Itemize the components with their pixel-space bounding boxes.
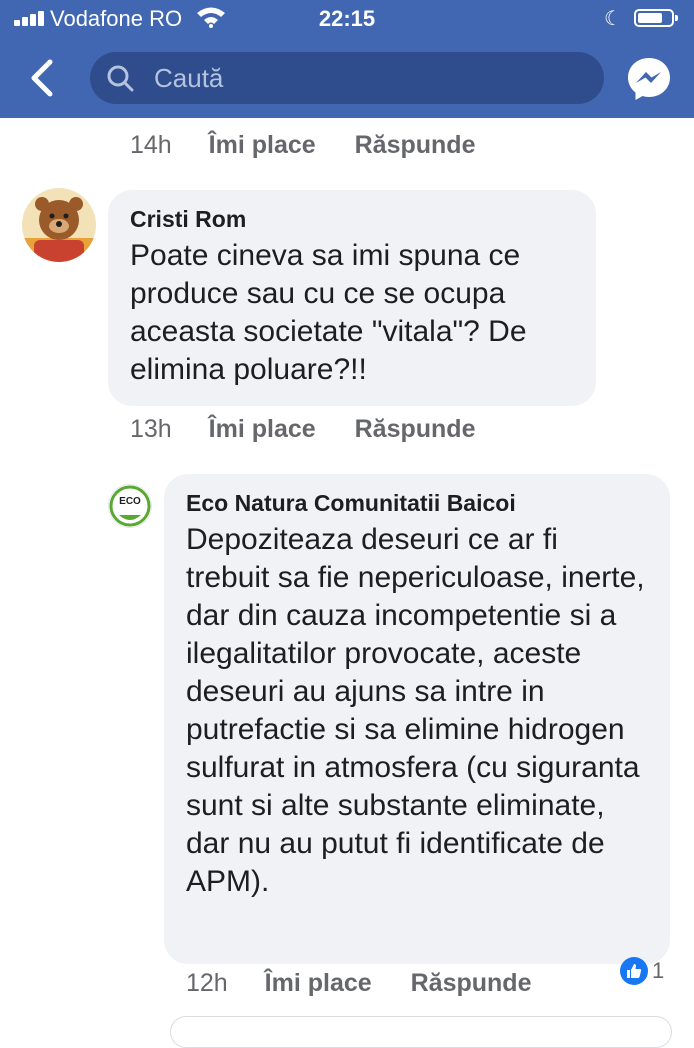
do-not-disturb-moon-icon: ☾	[604, 8, 622, 30]
comment-bubble[interactable]: Cristi Rom Poate cineva sa imi spuna ce …	[108, 190, 596, 406]
status-bar: Vodafone RO 22:15 ☾	[0, 0, 694, 40]
bear-avatar-image	[22, 188, 96, 262]
comment-author[interactable]: Eco Natura Comunitatii Baicoi	[186, 490, 648, 517]
messenger-icon[interactable]	[626, 56, 672, 102]
comment-time: 14h	[130, 131, 172, 159]
svg-text:ECO: ECO	[119, 496, 141, 507]
comment-bubble[interactable]: Eco Natura Comunitatii Baicoi Depoziteaz…	[164, 474, 670, 964]
search-bar[interactable]	[90, 52, 604, 104]
battery-icon	[634, 9, 678, 27]
comment-text: Poate cineva sa imi spuna ce produce sau…	[130, 239, 527, 386]
reaction-badge[interactable]: 1	[620, 956, 664, 986]
reply-link[interactable]: Răspunde	[355, 415, 476, 443]
thumbs-up-icon	[620, 957, 648, 985]
reply-link[interactable]: Răspunde	[411, 969, 532, 997]
like-link[interactable]: Îmi place	[265, 969, 372, 997]
comment-meta-row: 13h Îmi place Răspunde	[130, 412, 507, 446]
clock: 22:15	[318, 6, 376, 31]
reply-link[interactable]: Răspunde	[355, 131, 476, 159]
search-input[interactable]	[154, 58, 584, 98]
like-link[interactable]: Îmi place	[209, 415, 316, 443]
reaction-count: 1	[652, 958, 665, 983]
avatar[interactable]: ECO	[108, 484, 152, 528]
search-icon	[107, 65, 134, 92]
avatar[interactable]	[22, 188, 96, 262]
comment-meta-row: 12h Îmi place Răspunde	[186, 966, 563, 1000]
comment-time: 13h	[130, 415, 172, 443]
comment-author[interactable]: Cristi Rom	[130, 206, 574, 233]
comment-time: 12h	[186, 969, 228, 997]
like-link[interactable]: Îmi place	[209, 131, 316, 159]
comment-meta-row: 14h Îmi place Răspunde	[130, 128, 507, 162]
comment-text: Depoziteaza deseuri ce ar fi trebuit sa …	[186, 523, 645, 898]
top-bar: Vodafone RO 22:15 ☾	[0, 0, 694, 118]
eco-natura-logo: ECO	[109, 485, 151, 527]
next-comment-bubble-partial	[170, 1016, 672, 1048]
back-arrow-icon[interactable]	[28, 58, 58, 98]
